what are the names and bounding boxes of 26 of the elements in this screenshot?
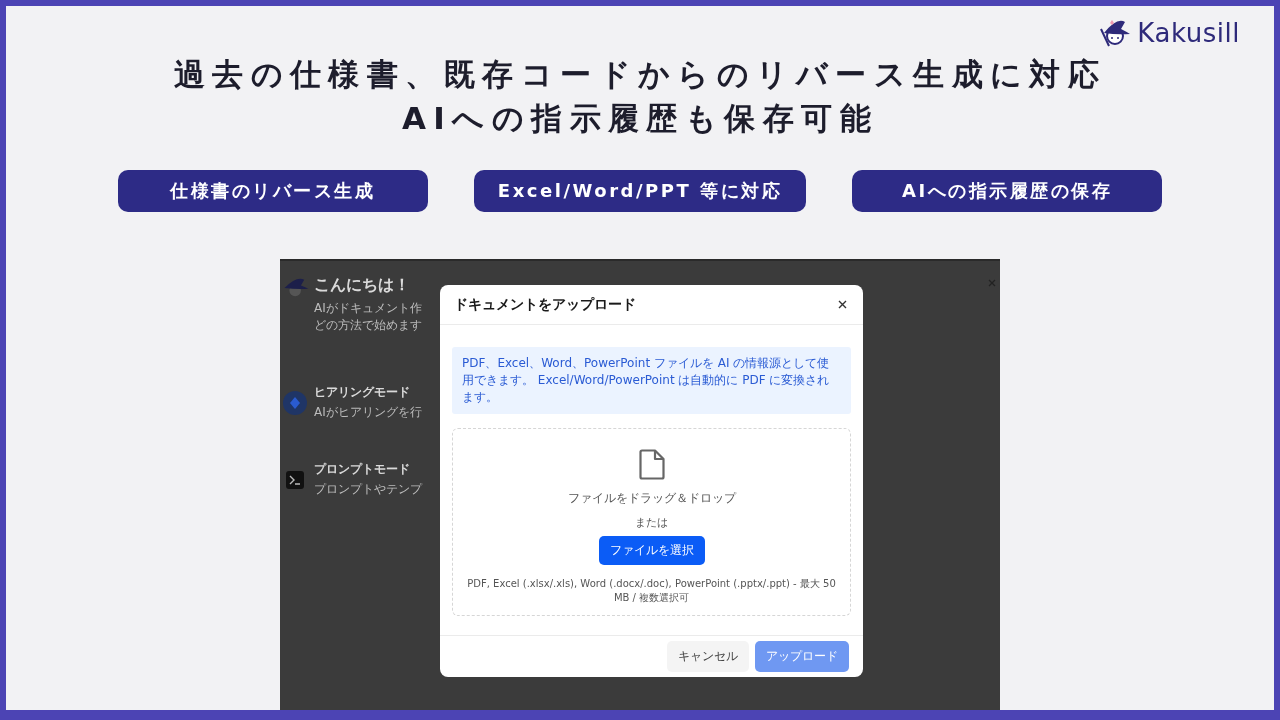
mode-description: プロンプトやテンプ — [314, 481, 422, 498]
close-button[interactable] — [836, 298, 849, 311]
file-drop-zone[interactable]: ファイルをドラッグ＆ドロップ または ファイルを選択 PDF, Excel (.xlsx/.xls), Word (.docx/.doc), PowerPoint (.pptx/.ppt) - 最大 50 MB / 複数選択可 — [452, 428, 851, 616]
dialog-title: ドキュメントをアップロード — [454, 295, 636, 314]
feature-badge: 仕様書のリバース生成 — [117, 170, 428, 212]
greeting-text: AIがドキュメント作 — [314, 300, 422, 317]
brand-logo-text: Kakusill — [1137, 18, 1240, 48]
greeting-title: こんにちは！ — [314, 275, 411, 296]
document-icon — [638, 449, 665, 480]
mode-title[interactable]: ヒアリングモード — [314, 384, 422, 401]
greeting-text: どの方法で始めます — [314, 317, 422, 334]
close-icon — [838, 300, 847, 309]
feature-badge: Excel/Word/PPT 等に対応 — [473, 170, 807, 212]
or-text: または — [635, 515, 668, 530]
diamond-badge-icon — [282, 389, 308, 416]
mode-description: AIがヒアリングを行 — [314, 404, 422, 421]
terminal-icon — [286, 470, 304, 489]
supported-formats-text: PDF, Excel (.xlsx/.xls), Word (.docx/.doc), PowerPoint (.pptx/.ppt) - 最大 50 MB / 複数選択可 — [466, 577, 837, 605]
select-file-button[interactable]: ファイルを選択 — [598, 536, 705, 565]
info-notice: PDF、Excel、Word、PowerPoint ファイルを AI の情報源として使用できます。 Excel/Word/PowerPoint は自動的に PDF に変換されます。 — [452, 347, 851, 414]
feature-badge: AIへの指示履歴の保存 — [852, 170, 1163, 212]
headline-text: AIへの指示履歴も保存可能 — [401, 99, 879, 138]
mode-title[interactable]: プロンプトモード — [314, 461, 422, 478]
headline-text: 過去の仕様書、既存コードからのリバース生成に対応 — [173, 55, 1107, 94]
cancel-button[interactable]: キャンセル — [667, 641, 749, 672]
drop-instruction: ファイルをドラッグ＆ドロップ — [567, 490, 736, 507]
